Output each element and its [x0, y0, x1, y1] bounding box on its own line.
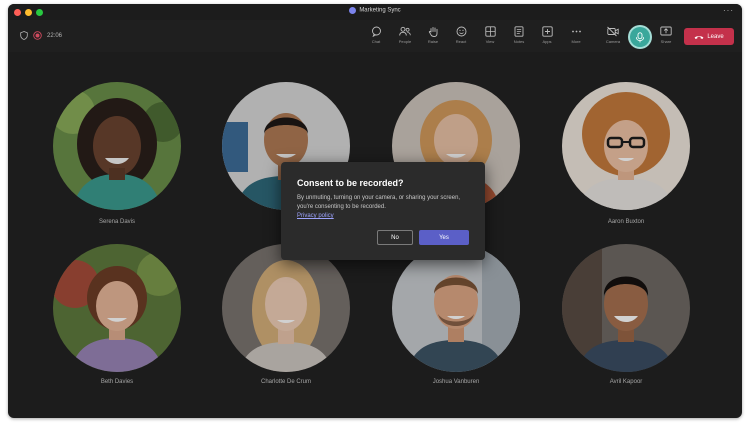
grid-icon — [484, 26, 496, 37]
participant-name: Joshua Vanburen — [432, 379, 480, 385]
react-button[interactable]: React — [450, 26, 472, 50]
teams-window: Marketing Sync ··· 22:06 Chat People Rai… — [8, 4, 742, 418]
window-more-icon[interactable]: ··· — [723, 6, 734, 15]
chat-label: Chat — [371, 39, 381, 44]
participant-avatar — [222, 244, 350, 372]
participant-avatar — [562, 244, 690, 372]
participant-name: Aaron Buxton — [607, 219, 645, 225]
leave-label: Leave — [707, 33, 724, 40]
participant-video[interactable] — [53, 244, 181, 372]
chat-icon — [371, 26, 381, 37]
people-button[interactable]: People — [394, 26, 416, 50]
share-button[interactable]: Share — [655, 26, 677, 50]
participant-video[interactable] — [562, 82, 690, 210]
camera-button[interactable]: Camera — [602, 26, 624, 50]
window-title: Marketing Sync — [8, 7, 742, 14]
consent-dialog: Consent to be recorded? By unmuting, tur… — [281, 162, 485, 260]
microphone-icon — [635, 31, 645, 42]
chat-button[interactable]: Chat — [365, 26, 387, 50]
leave-button[interactable]: Leave — [684, 28, 734, 45]
more-icon — [571, 30, 581, 33]
participant-video[interactable] — [562, 244, 690, 372]
dialog-title: Consent to be recorded? — [297, 178, 404, 188]
share-label: Share — [660, 39, 672, 44]
people-label: People — [398, 39, 412, 44]
no-button[interactable]: No — [377, 230, 413, 245]
people-icon — [399, 26, 411, 36]
view-label: View — [485, 39, 495, 44]
notes-button[interactable]: Notes — [508, 26, 530, 50]
apps-button[interactable]: Apps — [536, 26, 558, 50]
raise-hand-button[interactable]: Raise — [422, 26, 444, 50]
dialog-body: By unmuting, turning on your camera, or … — [297, 195, 461, 210]
more-button[interactable]: More — [565, 26, 587, 50]
window-title-text: Marketing Sync — [359, 7, 401, 14]
meeting-timer: 22:06 — [47, 32, 63, 39]
react-label: React — [455, 39, 467, 44]
phone-hangup-icon — [694, 35, 704, 39]
notes-icon — [514, 26, 524, 37]
privacy-policy-link[interactable]: Privacy policy — [297, 213, 334, 219]
microphone-button[interactable] — [630, 27, 650, 47]
title-bar: Marketing Sync ··· — [8, 4, 742, 20]
participant-name: Charlotte De Crum — [260, 379, 311, 385]
raise-label: Raise — [427, 39, 439, 44]
participant-video[interactable] — [222, 244, 350, 372]
apps-label: Apps — [542, 39, 552, 44]
participant-name: Beth Davies — [100, 379, 134, 385]
more-label: More — [571, 39, 581, 44]
emoji-icon — [456, 26, 466, 37]
participant-name: Avril Kapoor — [609, 379, 643, 385]
teams-logo-icon — [349, 7, 357, 14]
apps-icon — [541, 26, 553, 37]
share-icon — [660, 26, 672, 36]
camera-off-icon — [607, 26, 619, 37]
view-button[interactable]: View — [479, 26, 501, 50]
yes-button[interactable]: Yes — [419, 230, 469, 245]
participant-avatar — [392, 244, 520, 372]
meeting-status: 22:06 — [20, 31, 62, 40]
participant-avatar — [53, 244, 181, 372]
participant-video[interactable] — [392, 244, 520, 372]
recording-icon — [33, 31, 42, 40]
participant-name: Serena Davis — [98, 219, 136, 225]
shield-icon — [20, 31, 28, 40]
meeting-toolbar: 22:06 Chat People Raise React View Notes — [8, 20, 742, 52]
camera-label: Camera — [605, 39, 621, 44]
participant-avatar — [53, 82, 181, 210]
notes-label: Notes — [513, 39, 525, 44]
hand-icon — [428, 26, 437, 37]
participant-avatar — [562, 82, 690, 210]
participant-video[interactable] — [53, 82, 181, 210]
